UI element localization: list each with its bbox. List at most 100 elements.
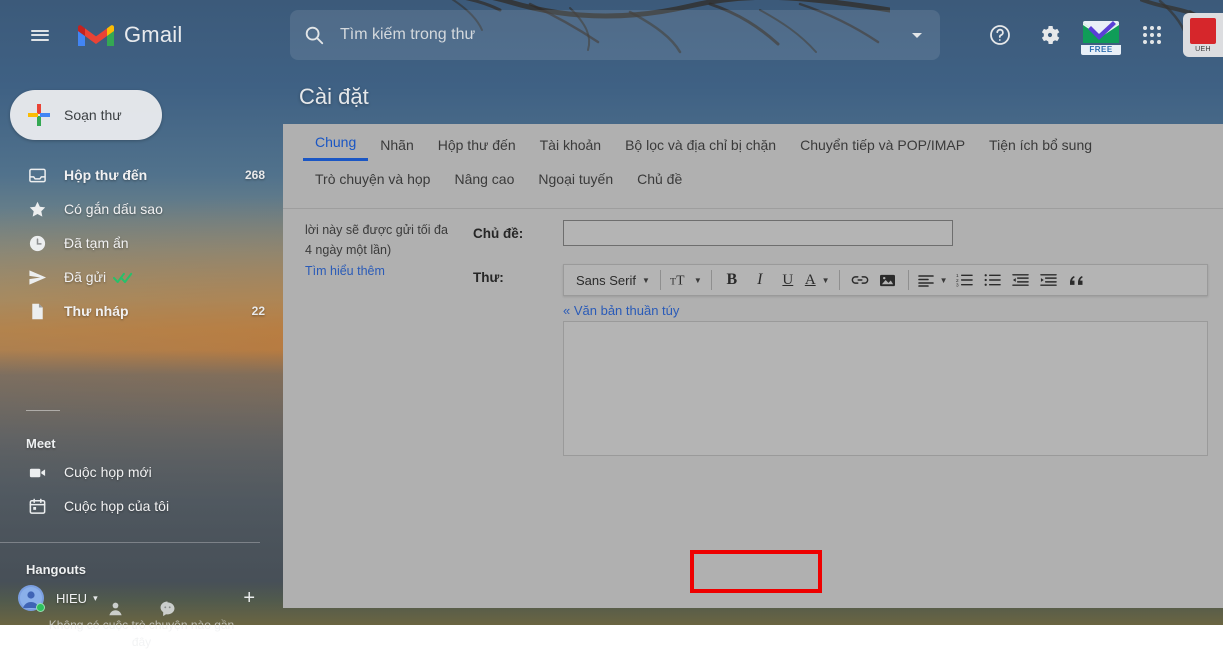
settings-tabs: Chung Nhãn Hộp thư đến Tài khoản Bộ lọc … <box>283 124 1223 195</box>
numbered-list-icon[interactable]: 1 2 3 <box>954 268 976 292</box>
bold-icon[interactable]: B <box>721 268 743 292</box>
clock-icon <box>26 232 48 254</box>
help-circle-icon[interactable] <box>978 13 1022 57</box>
chevron-down-icon: ▼ <box>694 276 702 285</box>
sidebar-item-my-meetings[interactable]: Cuộc họp của tôi <box>0 489 283 523</box>
tab-chung[interactable]: Chung <box>303 124 368 161</box>
message-editor: Sans Serif ▼ T T ▼ B I U <box>563 264 1208 456</box>
meet-section: Meet Cuộc họp mới Cuộc họp của tôi <box>0 422 283 523</box>
rich-text-toolbar: Sans Serif ▼ T T ▼ B I U <box>563 264 1208 296</box>
free-badge-envelope-check-icon[interactable]: FREE <box>1081 15 1121 55</box>
sidebar-item-label: Đã tạm ẩn <box>64 235 129 251</box>
search-input[interactable] <box>338 25 894 45</box>
sidebar-item-starred[interactable]: Có gắn dấu sao <box>0 192 283 226</box>
message-field-row: Thư: Sans Serif ▼ T T ▼ <box>473 264 1208 456</box>
align-left-icon[interactable]: ▼ <box>918 268 948 292</box>
subject-field-row: Chủ đề: <box>473 220 953 246</box>
text-color-icon[interactable]: A ▼ <box>805 268 830 292</box>
tab-tro-chuyen-va-hop[interactable]: Trò chuyện và họp <box>303 161 442 195</box>
brand-title: Gmail <box>124 22 182 48</box>
tab-nhan[interactable]: Nhãn <box>368 127 425 161</box>
sidebar-item-count: 268 <box>245 168 265 182</box>
draft-icon <box>26 300 48 322</box>
italic-icon[interactable]: I <box>749 268 771 292</box>
send-icon <box>26 266 48 288</box>
sidebar-divider <box>26 410 60 411</box>
apps-grid-icon[interactable] <box>1130 13 1174 57</box>
free-badge-label: FREE <box>1081 45 1121 55</box>
tab-tien-ich-bo-sung[interactable]: Tiện ích bổ sung <box>977 127 1104 161</box>
block-quote-icon[interactable] <box>1066 268 1088 292</box>
sidebar: Soạn thư Hộp thư đến 268 Có gắn dấu sao <box>0 70 283 625</box>
link-icon[interactable] <box>849 268 871 292</box>
search-icon <box>290 24 338 46</box>
sidebar-nav-list: Hộp thư đến 268 Có gắn dấu sao Đã tạm ẩn <box>0 158 283 328</box>
underline-icon[interactable]: U <box>777 268 799 292</box>
font-family-select[interactable]: Sans Serif ▼ <box>568 268 654 292</box>
message-body-textarea[interactable] <box>563 321 1208 456</box>
image-icon[interactable] <box>877 268 899 292</box>
person-icon[interactable] <box>102 594 130 622</box>
double-check-icon <box>113 271 133 284</box>
settings-tabs-row-1: Chung Nhãn Hộp thư đến Tài khoản Bộ lọc … <box>303 124 1203 161</box>
compose-button[interactable]: Soạn thư <box>10 90 162 140</box>
indent-decrease-icon[interactable] <box>1010 268 1032 292</box>
hamburger-line <box>31 39 49 41</box>
sidebar-item-new-meeting[interactable]: Cuộc họp mới <box>0 455 283 489</box>
tab-nang-cao[interactable]: Nâng cao <box>442 161 526 195</box>
account-label: UEH <box>1195 46 1211 53</box>
meet-section-title: Meet <box>0 436 283 451</box>
gmail-brand[interactable]: Gmail <box>76 20 182 50</box>
bulleted-list-icon[interactable] <box>982 268 1004 292</box>
indent-increase-icon[interactable] <box>1038 268 1060 292</box>
hamburger-line <box>31 30 49 32</box>
font-family-value: Sans Serif <box>576 273 636 288</box>
toolbar-separator <box>908 270 909 290</box>
chevron-down-icon: ▼ <box>822 276 830 285</box>
gear-icon[interactable] <box>1028 13 1072 57</box>
hamburger-menu-icon[interactable] <box>16 11 64 59</box>
message-label: Thư: <box>473 264 563 285</box>
tab-ngoai-tuyen[interactable]: Ngoại tuyến <box>526 161 625 195</box>
hangouts-footer <box>0 591 283 625</box>
vacation-note: lời này sẽ được gửi tối đa 4 ngày một lầ… <box>305 220 473 281</box>
account-avatar[interactable]: UEH <box>1183 13 1223 57</box>
svg-text:3: 3 <box>956 283 959 287</box>
tab-chuyen-tiep-pop-imap[interactable]: Chuyển tiếp và POP/IMAP <box>788 127 977 161</box>
chat-bubble-icon[interactable] <box>154 594 182 622</box>
toolbar-separator <box>711 270 712 290</box>
sidebar-item-drafts[interactable]: Thư nháp 22 <box>0 294 283 328</box>
text-color-letter: A <box>805 272 816 289</box>
search-options-chevron-down-icon[interactable] <box>894 27 940 43</box>
svg-text:T: T <box>676 273 685 288</box>
sidebar-item-inbox[interactable]: Hộp thư đến 268 <box>0 158 283 192</box>
plain-text-link[interactable]: « Văn bản thuần túy <box>563 303 1208 318</box>
video-camera-icon <box>26 461 48 483</box>
tabs-divider <box>283 208 1223 209</box>
sidebar-item-label: Hộp thư đến <box>64 167 147 183</box>
tab-tai-khoan[interactable]: Tài khoản <box>528 127 613 161</box>
tab-chu-de[interactable]: Chủ đề <box>625 161 694 195</box>
vacation-note-line-2: 4 ngày một lần) <box>305 240 473 260</box>
subject-input[interactable] <box>563 220 953 246</box>
sidebar-item-label: Cuộc họp mới <box>64 464 152 480</box>
learn-more-link[interactable]: Tìm hiểu thêm <box>305 261 385 281</box>
sidebar-item-snoozed[interactable]: Đã tạm ẩn <box>0 226 283 260</box>
top-app-bar: Gmail <box>0 0 1223 70</box>
page-title: Cài đặt <box>299 84 369 110</box>
star-icon <box>26 198 48 220</box>
hamburger-line <box>31 34 49 36</box>
plus-icon <box>26 102 52 128</box>
vacation-note-line-1: lời này sẽ được gửi tối đa <box>305 220 473 240</box>
chevron-down-icon: ▼ <box>642 276 650 285</box>
toolbar-separator <box>660 270 661 290</box>
sidebar-item-count: 22 <box>252 304 265 318</box>
settings-tabs-row-2: Trò chuyện và họp Nâng cao Ngoại tuyến C… <box>303 161 1203 195</box>
tab-hop-thu-den[interactable]: Hộp thư đến <box>426 127 528 161</box>
sidebar-item-sent[interactable]: Đã gửi <box>0 260 283 294</box>
calendar-icon <box>26 495 48 517</box>
tab-bo-loc[interactable]: Bộ lọc và địa chỉ bị chặn <box>613 127 788 161</box>
search-bar[interactable] <box>290 10 940 60</box>
text-size-icon[interactable]: T T ▼ <box>670 268 702 292</box>
top-bar-actions: FREE UEH <box>975 0 1223 70</box>
